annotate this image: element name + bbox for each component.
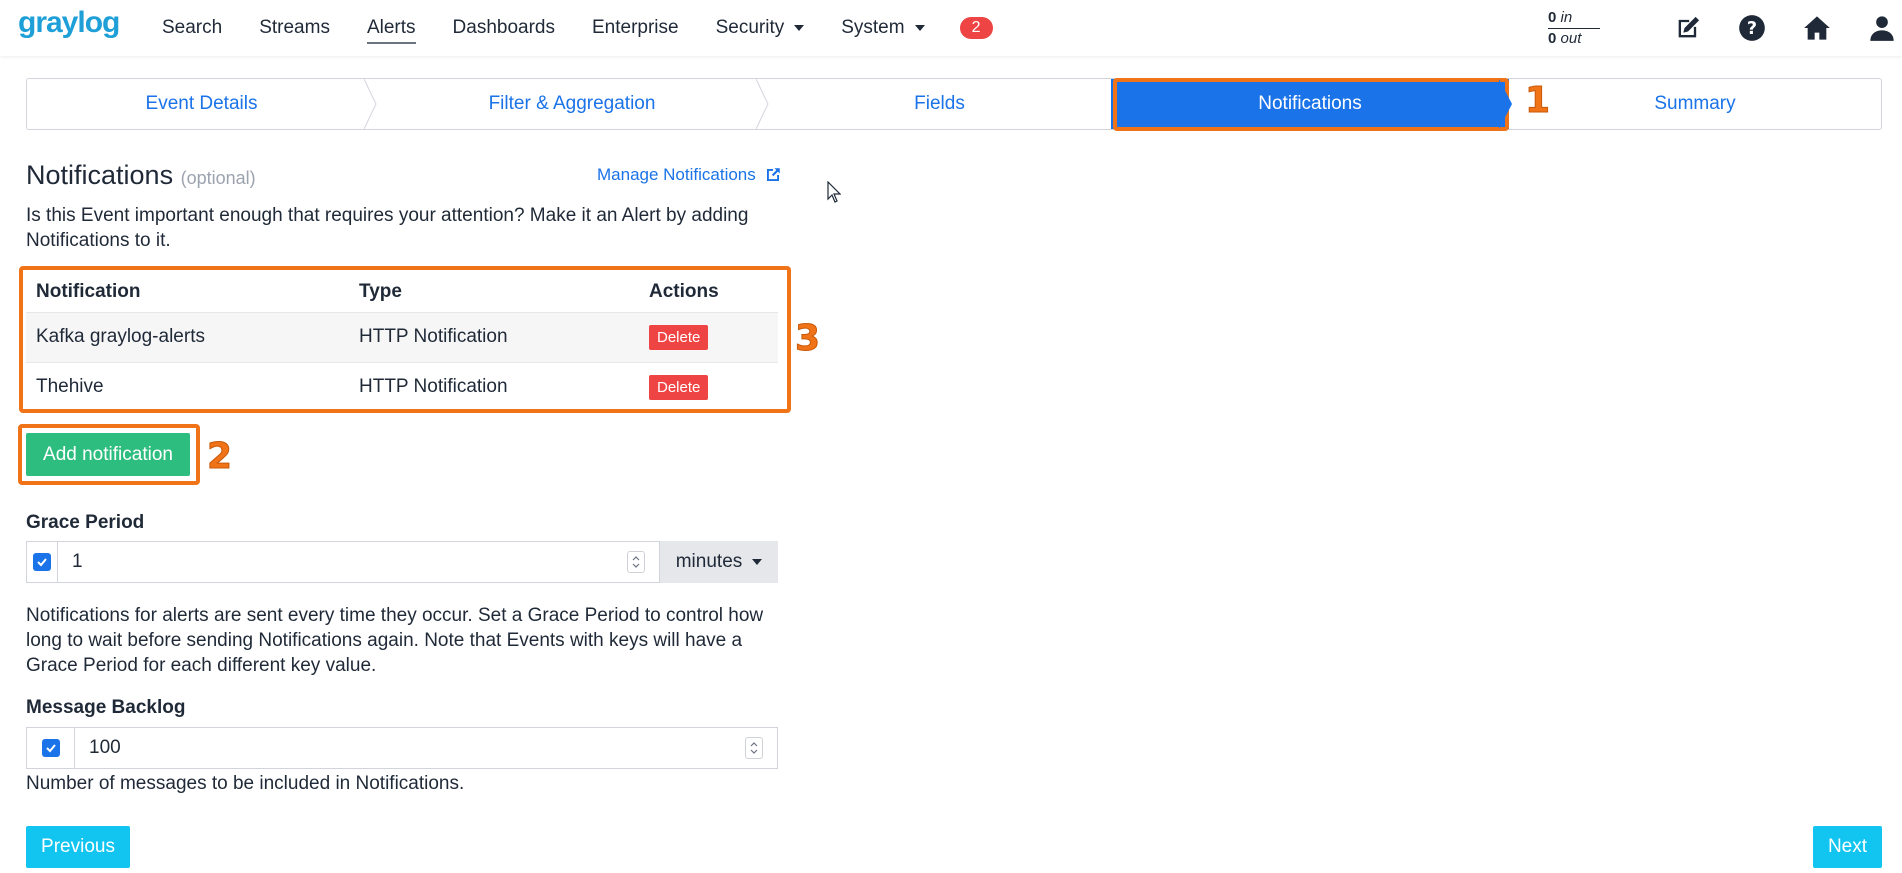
step-label: Filter & Aggregation	[488, 93, 656, 114]
notifications-table: Notification Type Actions Kafka graylog-…	[26, 272, 778, 412]
notifications-badge-button[interactable]: 2	[959, 17, 993, 39]
nav-system-dropdown[interactable]: System	[841, 17, 925, 39]
annotation-number-2: 2	[206, 436, 233, 478]
section-title-text: Notifications	[26, 160, 174, 190]
message-backlog-input-group	[26, 727, 778, 769]
notification-type-cell: HTTP Notification	[349, 311, 639, 362]
wizard-steps: Event Details Filter & Aggregation Field…	[26, 78, 1882, 130]
caret-down-icon	[752, 559, 763, 565]
help-icon[interactable]: ?	[1738, 14, 1766, 42]
grace-period-help-text: Notifications for alerts are sent every …	[26, 605, 764, 676]
throughput-in: 0 in	[1548, 8, 1600, 29]
nav-system-label: System	[841, 17, 905, 38]
nav-search-label: Search	[162, 17, 223, 38]
user-icon[interactable]	[1868, 14, 1896, 42]
notification-type-cell: HTTP Notification	[349, 361, 639, 412]
column-header-type: Type	[359, 280, 402, 302]
caret-down-icon	[914, 25, 925, 31]
nav-security-dropdown[interactable]: Security	[716, 17, 805, 39]
next-button[interactable]: Next	[1813, 826, 1882, 868]
spinner-arrows-icon	[632, 556, 640, 568]
step-separator-active	[1499, 79, 1512, 129]
optional-label: (optional)	[180, 168, 256, 188]
notifications-description: Is this Event important enough that requ…	[26, 205, 749, 251]
throughput-out: 0 out	[1548, 29, 1600, 48]
previous-button[interactable]: Previous	[26, 826, 130, 868]
notification-count-badge: 2	[959, 17, 993, 39]
nav-dashboards-label: Dashboards	[452, 17, 555, 38]
manage-notifications-link[interactable]: Manage Notifications	[597, 165, 782, 185]
notification-actions-cell: Delete	[639, 311, 778, 362]
graylog-logo[interactable]: graylog	[18, 6, 120, 40]
notification-actions-cell: Delete	[639, 361, 778, 412]
delete-button[interactable]: Delete	[649, 374, 709, 400]
step-event-details[interactable]: Event Details	[27, 79, 377, 129]
unit-label: minutes	[675, 551, 743, 572]
table-row: Kafka graylog-alerts HTTP Notification D…	[26, 311, 778, 362]
message-backlog-label: Message Backlog	[26, 697, 186, 718]
nav-dashboards[interactable]: Dashboards	[453, 17, 555, 39]
step-filter-aggregation[interactable]: Filter & Aggregation	[376, 79, 769, 129]
throughput-out-label: out	[1560, 30, 1582, 47]
top-navbar: graylog Search Streams Alerts Dashboards…	[0, 0, 1902, 56]
grace-period-checkbox[interactable]	[27, 542, 58, 582]
step-separator	[756, 79, 769, 129]
nav-security-label: Security	[715, 17, 785, 38]
grace-period-value-input[interactable]	[58, 542, 627, 582]
nav-alerts[interactable]: Alerts	[366, 17, 416, 44]
nav-alerts-label: Alerts	[366, 17, 416, 38]
grace-period-unit-dropdown[interactable]: minutes	[660, 541, 778, 583]
svg-text:?: ?	[1747, 19, 1757, 39]
step-fields[interactable]: Fields	[768, 79, 1111, 129]
step-label: Notifications	[1258, 93, 1362, 114]
page-title: Notifications (optional)	[26, 160, 256, 191]
mouse-cursor-icon	[827, 181, 841, 203]
step-label: Fields	[914, 93, 965, 114]
checkbox-checked-icon	[41, 739, 60, 757]
annotation-number-3: 3	[794, 318, 821, 360]
throughput-in-label: in	[1560, 9, 1573, 26]
nav-streams[interactable]: Streams	[259, 17, 330, 39]
throughput-indicator[interactable]: 0 in 0 out	[1548, 8, 1600, 48]
logo-text: graylog	[18, 6, 120, 39]
delete-button[interactable]: Delete	[649, 324, 709, 350]
column-header-actions: Actions	[649, 280, 719, 302]
nav-enterprise-label: Enterprise	[591, 17, 679, 38]
number-spinner[interactable]	[627, 551, 645, 573]
throughput-in-count: 0	[1548, 9, 1557, 26]
number-spinner[interactable]	[745, 737, 763, 759]
nav-streams-label: Streams	[259, 17, 330, 38]
message-backlog-value-input[interactable]	[75, 728, 745, 768]
manage-notifications-label: Manage Notifications	[597, 165, 756, 184]
step-label: Event Details	[145, 93, 258, 114]
step-separator	[364, 79, 377, 129]
column-header-notification: Notification	[36, 280, 141, 302]
step-summary[interactable]: Summary	[1509, 79, 1881, 129]
spinner-arrows-icon	[750, 742, 758, 754]
step-notifications[interactable]: Notifications	[1111, 79, 1512, 129]
edit-icon[interactable]	[1674, 14, 1702, 42]
add-notification-button[interactable]: Add notification	[26, 433, 190, 476]
main-nav: Search Streams Alerts Dashboards Enterpr…	[162, 0, 1030, 56]
notification-name-cell: Kafka graylog-alerts	[26, 311, 349, 362]
caret-down-icon	[794, 25, 805, 31]
step-label: Summary	[1654, 93, 1736, 114]
grace-period-label: Grace Period	[26, 512, 145, 533]
checkbox-checked-icon	[33, 553, 51, 571]
external-link-icon	[766, 168, 780, 181]
home-icon[interactable]	[1803, 14, 1831, 42]
nav-search[interactable]: Search	[162, 17, 222, 39]
notification-name-cell: Thehive	[26, 361, 349, 412]
throughput-out-count: 0	[1548, 30, 1557, 47]
annotation-number-1: 1	[1524, 80, 1551, 122]
message-backlog-checkbox[interactable]	[27, 728, 75, 768]
table-row: Thehive HTTP Notification Delete	[26, 361, 778, 412]
grace-period-input-group	[26, 541, 660, 583]
table-header-row: Notification Type Actions	[26, 272, 778, 312]
nav-enterprise[interactable]: Enterprise	[592, 17, 679, 39]
message-backlog-help-text: Number of messages to be included in Not…	[26, 773, 465, 794]
